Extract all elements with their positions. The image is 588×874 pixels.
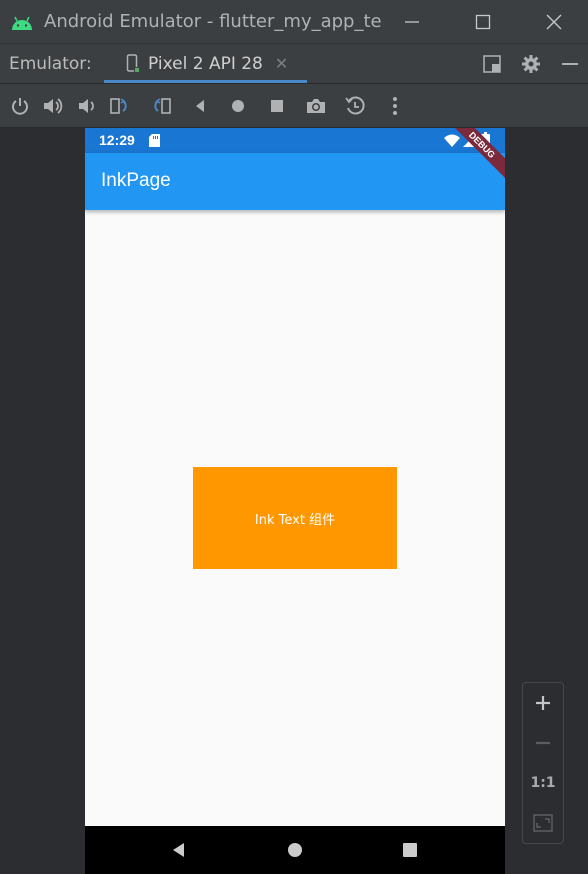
volume-down-button[interactable] [72, 84, 102, 127]
settings-button[interactable] [513, 44, 549, 83]
rotate-left-icon [110, 97, 127, 114]
snapshot-restore-icon [345, 96, 365, 114]
rotate-left-button[interactable] [106, 84, 136, 127]
minimize-button[interactable] [392, 0, 432, 43]
overview-square-icon [271, 99, 283, 112]
fit-screen-icon [533, 814, 553, 832]
camera-icon [307, 98, 325, 113]
snapshot-button[interactable] [340, 84, 370, 127]
tab-close-icon[interactable]: ✕ [275, 54, 288, 73]
back-triangle-icon [196, 99, 204, 112]
app-bar: InkPage [85, 153, 505, 210]
zoom-fit-button[interactable] [523, 803, 563, 843]
status-time: 12:29 [99, 132, 135, 148]
tab-underline [104, 80, 307, 83]
more-options-button[interactable] [380, 84, 410, 127]
wifi-icon [444, 134, 460, 147]
minus-icon [536, 741, 550, 745]
rotate-right-icon [154, 97, 171, 114]
android-icon [12, 16, 32, 30]
back-button[interactable] [185, 84, 215, 127]
status-bar: 12:29 [85, 128, 505, 153]
tab-label: Pixel 2 API 28 [148, 53, 263, 74]
close-icon [546, 14, 562, 29]
overview-button[interactable] [262, 84, 292, 127]
zoom-actual-size-button[interactable]: 1:1 [523, 763, 563, 803]
power-button[interactable] [5, 84, 35, 127]
home-button[interactable] [223, 84, 253, 127]
sd-card-icon [149, 134, 160, 147]
nav-home-icon [288, 843, 302, 857]
window-titlebar: Android Emulator - flutter_my_app_te [0, 0, 588, 44]
plus-icon [536, 696, 550, 710]
minus-icon [562, 62, 578, 65]
zoom-panel: 1:1 [522, 682, 564, 844]
maximize-button[interactable] [463, 0, 503, 43]
zoom-in-button[interactable] [523, 683, 563, 723]
emulator-label: Emulator: [9, 53, 92, 74]
emulator-toolbar [0, 84, 588, 128]
screenshot-button[interactable] [301, 84, 331, 127]
navigation-bar [85, 826, 505, 874]
window-layout-icon [483, 54, 501, 73]
zoom-out-button[interactable] [523, 723, 563, 763]
window-title: Android Emulator - flutter_my_app_te [44, 11, 382, 32]
nav-home-button[interactable] [275, 826, 315, 874]
window-layout-button[interactable] [474, 44, 510, 83]
volume-down-icon [79, 98, 94, 113]
volume-up-icon [44, 97, 63, 114]
ink-button[interactable]: Ink Text 组件 [193, 467, 397, 569]
hide-panel-button[interactable] [552, 44, 588, 83]
rotate-right-button[interactable] [146, 84, 176, 127]
close-button[interactable] [534, 0, 574, 43]
gear-icon [522, 54, 540, 73]
nav-back-icon [173, 843, 184, 857]
nav-back-button[interactable] [158, 826, 198, 874]
nav-overview-icon [403, 843, 417, 857]
home-circle-icon [232, 99, 244, 112]
minimize-icon [405, 20, 419, 23]
phone-icon [126, 53, 140, 73]
tab-pixel-2[interactable]: Pixel 2 API 28 ✕ [104, 44, 307, 83]
app-bar-title: InkPage [101, 170, 171, 191]
power-icon [12, 97, 28, 115]
ink-button-label: Ink Text 组件 [254, 512, 336, 528]
more-vertical-icon [393, 96, 397, 115]
nav-overview-button[interactable] [390, 826, 430, 874]
maximize-icon [475, 14, 491, 29]
volume-up-button[interactable] [38, 84, 68, 127]
device-screen[interactable]: 12:29 InkPage DEBUG Ink Text 组件 [85, 128, 505, 874]
